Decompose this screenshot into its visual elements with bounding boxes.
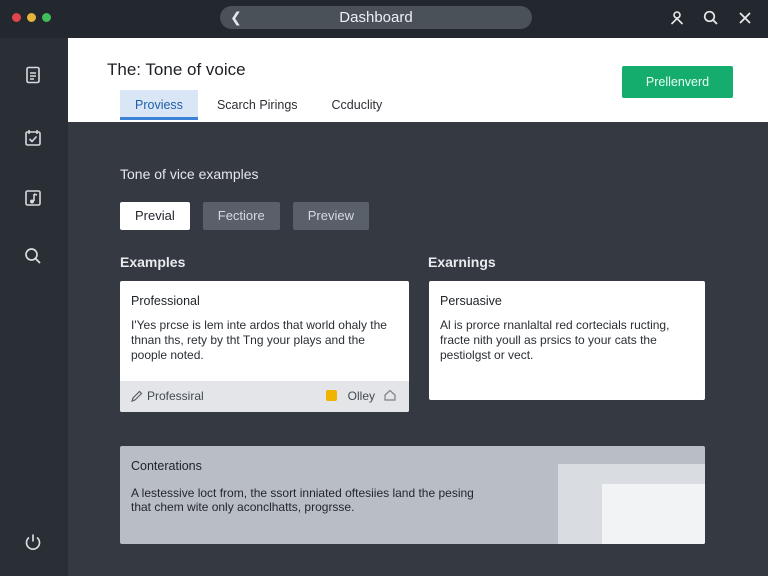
conterations-panel: Conterations A lestessive loct from, the…: [120, 446, 705, 544]
card-tag[interactable]: Professiral: [147, 389, 204, 403]
title-bar: ❮ Dashboard: [0, 0, 768, 38]
primary-action-button[interactable]: Prellenverd: [622, 66, 733, 98]
checklist-icon[interactable]: [23, 128, 43, 148]
tab-proviess[interactable]: Proviess: [120, 90, 198, 120]
window-controls: [12, 13, 51, 22]
search-icon[interactable]: [702, 9, 720, 27]
close-window-button[interactable]: [12, 13, 21, 22]
tab-ccduclity[interactable]: Ccduclity: [317, 90, 398, 120]
panel-body: A lestessive loct from, the ssort inniat…: [131, 486, 474, 514]
minimize-window-button[interactable]: [27, 13, 36, 22]
examples-label: Examples: [120, 254, 186, 270]
card-footer: Professiral Olley: [120, 381, 409, 412]
example-card-persuasive[interactable]: Persuasive Al is prorce rnanlaltal red c…: [429, 281, 705, 400]
page-title: The: Tone of voice: [107, 60, 246, 79]
card-title: Persuasive: [440, 294, 502, 308]
example-card-professional[interactable]: Professional I'Yes prcse is lem inte ard…: [120, 281, 409, 412]
home-icon[interactable]: [383, 388, 397, 402]
chip-preview[interactable]: Preview: [292, 202, 369, 230]
main-content: Tone of vice examples Previal Fectiore P…: [68, 122, 768, 576]
toolbar-icons: [668, 9, 754, 27]
panel-title: Conterations: [131, 459, 202, 473]
tag-icon: [130, 389, 144, 403]
maximize-window-button[interactable]: [42, 13, 51, 22]
close-icon[interactable]: [736, 9, 754, 27]
power-icon[interactable]: [23, 532, 43, 552]
chevron-left-icon[interactable]: ❮: [226, 8, 246, 27]
address-title: Dashboard: [339, 9, 413, 26]
page-header: The: Tone of voice Proviess Scarch Pirin…: [68, 38, 768, 122]
section-title: Tone of vice examples: [120, 166, 259, 182]
owner-badge-icon: [326, 390, 337, 401]
user-icon[interactable]: [668, 9, 686, 27]
chip-fectiore[interactable]: Fectiore: [202, 202, 280, 230]
tab-scarch-pirings[interactable]: Scarch Pirings: [202, 90, 313, 120]
card-owner[interactable]: Olley: [348, 389, 375, 403]
panel-image-highlight: [602, 484, 705, 544]
tab-bar: Proviess Scarch Pirings Ccduclity: [120, 90, 401, 120]
address-bar[interactable]: ❮ Dashboard: [220, 6, 532, 29]
chip-previal[interactable]: Previal: [120, 202, 190, 230]
search-icon[interactable]: [23, 246, 43, 266]
document-icon[interactable]: [23, 65, 43, 85]
card-title: Professional: [131, 294, 200, 308]
filter-chips: Previal Fectiore Preview: [120, 202, 369, 230]
card-body: I'Yes prcse is lem inte ardos that world…: [131, 318, 387, 362]
music-note-icon[interactable]: [23, 188, 43, 208]
exarnings-label: Exarnings: [428, 254, 496, 270]
sidebar: [0, 38, 68, 576]
card-body: Al is prorce rnanlaltal red cortecials r…: [440, 318, 670, 362]
